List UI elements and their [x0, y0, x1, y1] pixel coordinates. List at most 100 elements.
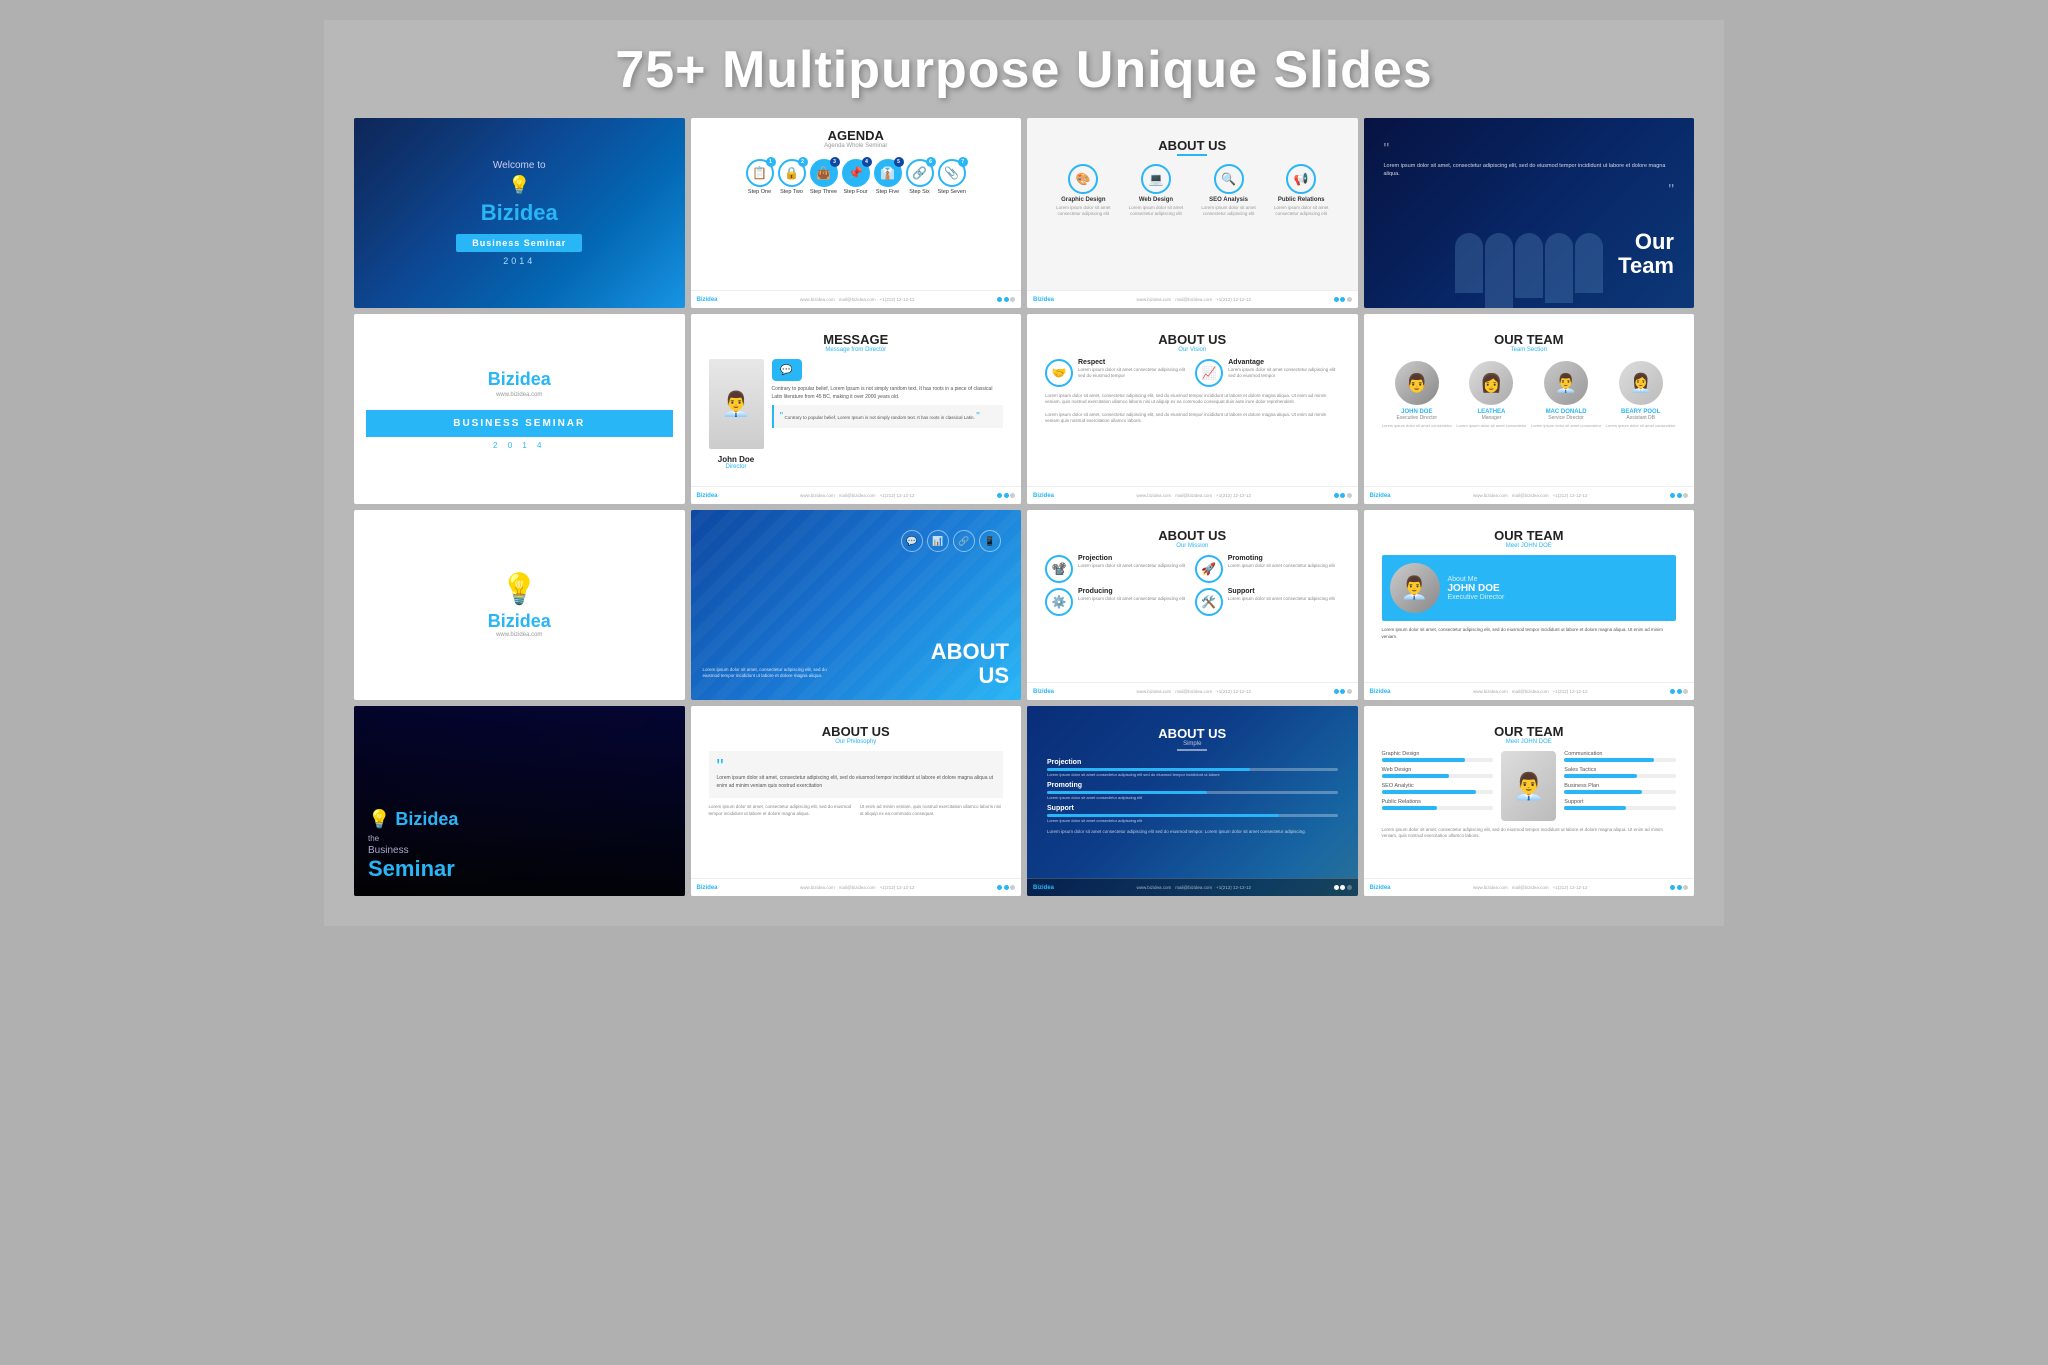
skill-bizplan: Business Plan [1564, 783, 1676, 794]
slide-15[interactable]: ABOUT US Simple Projection Lorem ipsum d… [1027, 706, 1358, 896]
slide6-person-img: 👨‍💼 [709, 359, 764, 449]
slide14-quote-section: " Lorem ipsum dolor sit amet, consectetu… [709, 751, 1004, 798]
slide10-body: Lorem ipsum dolor sit amet, consectetur … [703, 667, 833, 681]
mission-projection: 📽️ Projection Lorem ipsum dolor sit amet… [1045, 555, 1190, 583]
slide11-footer: Bizidea www.bizidea.commail@bizidea.com+… [1027, 682, 1358, 700]
slide6-person-role: Director [725, 464, 746, 470]
slide10-bubbles: 💬 📊 🔗 📱 [901, 530, 1001, 552]
slide-1[interactable]: Welcome to 💡 Bizidea Business Seminar 20… [354, 118, 685, 308]
slide11-subtitle: Our Mission [1045, 543, 1340, 549]
agenda-step-7: 📎 7 Step Seven [938, 159, 966, 195]
slide3-footer: Bizidea www.bizidea.commail@bizidea.com+… [1027, 290, 1358, 308]
slide-10[interactable]: 💬 📊 🔗 📱 Lorem ipsum dolor sit amet, cons… [691, 510, 1022, 700]
projection-item2: Promoting Lorem ipsum dolor sit amet con… [1047, 782, 1338, 800]
slide-8[interactable]: OUR TEAM Team Section 👨 JOHN DOE Executi… [1364, 314, 1695, 504]
mission-producing: ⚙️ Producing Lorem ipsum dolor sit amet … [1045, 588, 1190, 616]
slide-16[interactable]: OUR TEAM Meet JOHN DOE Graphic Design We… [1364, 706, 1695, 896]
agenda-step-1: 📋 1 Step One [746, 159, 774, 195]
slide-14[interactable]: ABOUT US Our Philosophy " Lorem ipsum do… [691, 706, 1022, 896]
slide5-label: BUSINESS SEMINAR [366, 410, 673, 437]
service-web: 💻 Web Design Lorem ipsum dolor sit amet … [1120, 164, 1193, 218]
slide13-business: Business [368, 845, 458, 856]
slide3-title: ABOUT US [1047, 138, 1338, 153]
slide7-title: ABOUT US [1045, 332, 1340, 347]
service-pr: 📢 Public Relations Lorem ipsum dolor sit… [1265, 164, 1338, 218]
member-2: 👩 LEATHEA Manager Lorem ipsum dolor sit … [1456, 361, 1527, 428]
team-card-photo: 👨‍💼 [1390, 563, 1440, 613]
team-card: 👨‍💼 About Me JOHN DOE Executive Director [1382, 555, 1677, 621]
slide16-title: OUR TEAM [1382, 724, 1677, 739]
slide5-year: 2 0 1 4 [493, 441, 545, 450]
agenda-step-4: 📌 4 Step Four [842, 159, 870, 195]
slide2-subtitle: Agenda Whole Seminar [701, 143, 1012, 149]
slide4-title: Our Team [1618, 230, 1674, 278]
slide-9[interactable]: 💡 Bizidea www.bizidea.com [354, 510, 685, 700]
slide-13[interactable]: 💡 Bizidea the Business Seminar [354, 706, 685, 896]
slide16-desc: Lorem ipsum dolor sit amet, consectetur … [1382, 827, 1677, 840]
feature-respect: 🤝 Respect Lorem ipsum dolor sit amet con… [1045, 359, 1189, 387]
agenda-step-2: 🔒 2 Step Two [778, 159, 806, 195]
slide2-footer: Bizidea www.bizidea.com mail@bizidea.com… [691, 290, 1022, 308]
slide2-title: AGENDA [701, 128, 1012, 143]
service-seo: 🔍 SEO Analysis Lorem ipsum dolor sit ame… [1192, 164, 1265, 218]
slide6-person-name: John Doe [718, 455, 754, 464]
skills-layout: Graphic Design Web Design SEO Analytic [1382, 751, 1677, 821]
slide14-subtitle: Our Philosophy [709, 739, 1004, 745]
slide7-features: 🤝 Respect Lorem ipsum dolor sit amet con… [1045, 359, 1340, 387]
mission-items: 📽️ Projection Lorem ipsum dolor sit amet… [1045, 555, 1340, 616]
agenda-step-3: 👜 3 Step Three [810, 159, 838, 195]
slide1-seminar: Business Seminar [456, 234, 582, 252]
slide1-brand: Bizidea [456, 200, 582, 226]
projection-item: Projection Lorem ipsum dolor sit amet co… [1047, 759, 1338, 777]
slide-3[interactable]: ABOUT US 🎨 Graphic Design Lorem ipsum do… [1027, 118, 1358, 308]
skill-seo: SEO Analytic [1382, 783, 1494, 794]
slide-7[interactable]: ABOUT US Our Vision 🤝 Respect Lorem ipsu… [1027, 314, 1358, 504]
skills-person-photo: 👨‍💼 [1501, 751, 1556, 821]
slide6-body: Contrary to popular belief, Lorem Ipsum … [772, 386, 1004, 401]
slide13-seminar: Seminar [368, 856, 458, 882]
service-graphic: 🎨 Graphic Design Lorem ipsum dolor sit a… [1047, 164, 1120, 218]
slide13-brand: 💡 Bizidea [368, 809, 458, 830]
slide16-subtitle: Meet JOHN DOE [1382, 739, 1677, 745]
slide-2[interactable]: AGENDA Agenda Whole Seminar 📋 1 Step One… [691, 118, 1022, 308]
about-me-label: About Me [1448, 576, 1505, 583]
slide7-desc2: Lorem ipsum dolor sit amet, consectetur … [1045, 412, 1340, 425]
slide1-welcome: Welcome to [456, 160, 582, 171]
slide-6[interactable]: MESSAGE Message from Director 👨‍💼 John D… [691, 314, 1022, 504]
skill-comm: Communication [1564, 751, 1676, 762]
slide6-title: MESSAGE [709, 332, 1004, 347]
main-container: 75+ Multipurpose Unique Slides Welcome t… [324, 20, 1724, 926]
feature-advantage: 📈 Advantage Lorem ipsum dolor sit amet c… [1195, 359, 1339, 387]
slide12-subtitle: Meet JOHN DOE [1382, 543, 1677, 549]
slide8-subtitle: Team Section [1382, 347, 1677, 353]
slide8-title: OUR TEAM [1382, 332, 1677, 347]
slide9-brand: Bizidea [488, 611, 551, 632]
member-3: 👨‍💼 MAC DONALD Service Director Lorem ip… [1531, 361, 1602, 428]
slide-11[interactable]: ABOUT US Our Mission 📽️ Projection Lorem… [1027, 510, 1358, 700]
skills-right: Communication Sales Tactics Business Pla… [1564, 751, 1676, 815]
skill-pr: Public Relations [1382, 799, 1494, 810]
slide-4[interactable]: " Lorem ipsum dolor sit amet, consectetu… [1364, 118, 1695, 308]
slide10-title: ABOUT US [931, 640, 1009, 688]
slide9-website: www.bizidea.com [496, 632, 542, 638]
slide13-content: 💡 Bizidea the Business Seminar [368, 809, 458, 882]
skill-sales: Sales Tactics [1564, 767, 1676, 778]
team-members: 👨 JOHN DOE Executive Director Lorem ipsu… [1382, 361, 1677, 428]
slide7-desc: Lorem ipsum dolor sit amet, consectetur … [1045, 393, 1340, 406]
projection-section: Projection Lorem ipsum dolor sit amet co… [1047, 759, 1338, 823]
team-card-desc: Lorem ipsum dolor sit amet, consectetur … [1382, 627, 1677, 641]
slide-5[interactable]: Bizidea www.bizidea.com BUSINESS SEMINAR… [354, 314, 685, 504]
slide12-title: OUR TEAM [1382, 528, 1677, 543]
member-4: 👩‍💼 BEARY POOL Assistant DB Lorem ipsum … [1605, 361, 1676, 428]
slide-12[interactable]: OUR TEAM Meet JOHN DOE 👨‍💼 About Me JOHN… [1364, 510, 1695, 700]
slide1-year: 2014 [456, 256, 582, 266]
slide14-footer: Bizidea www.bizidea.commail@bizidea.com+… [691, 878, 1022, 896]
slide6-quote: " Contrary to popular belief, Lorem Ipsu… [772, 405, 1004, 428]
slide7-subtitle: Our Vision [1045, 347, 1340, 353]
slide11-title: ABOUT US [1045, 528, 1340, 543]
slide15-desc: Lorem ipsum dolor sit amet consectetur a… [1047, 829, 1338, 835]
slide14-title: ABOUT US [709, 724, 1004, 739]
skill-webdesign: Web Design [1382, 767, 1494, 778]
agenda-step-6: 🔗 6 Step Six [906, 159, 934, 195]
agenda-step-5: 👔 5 Step Five [874, 159, 902, 195]
